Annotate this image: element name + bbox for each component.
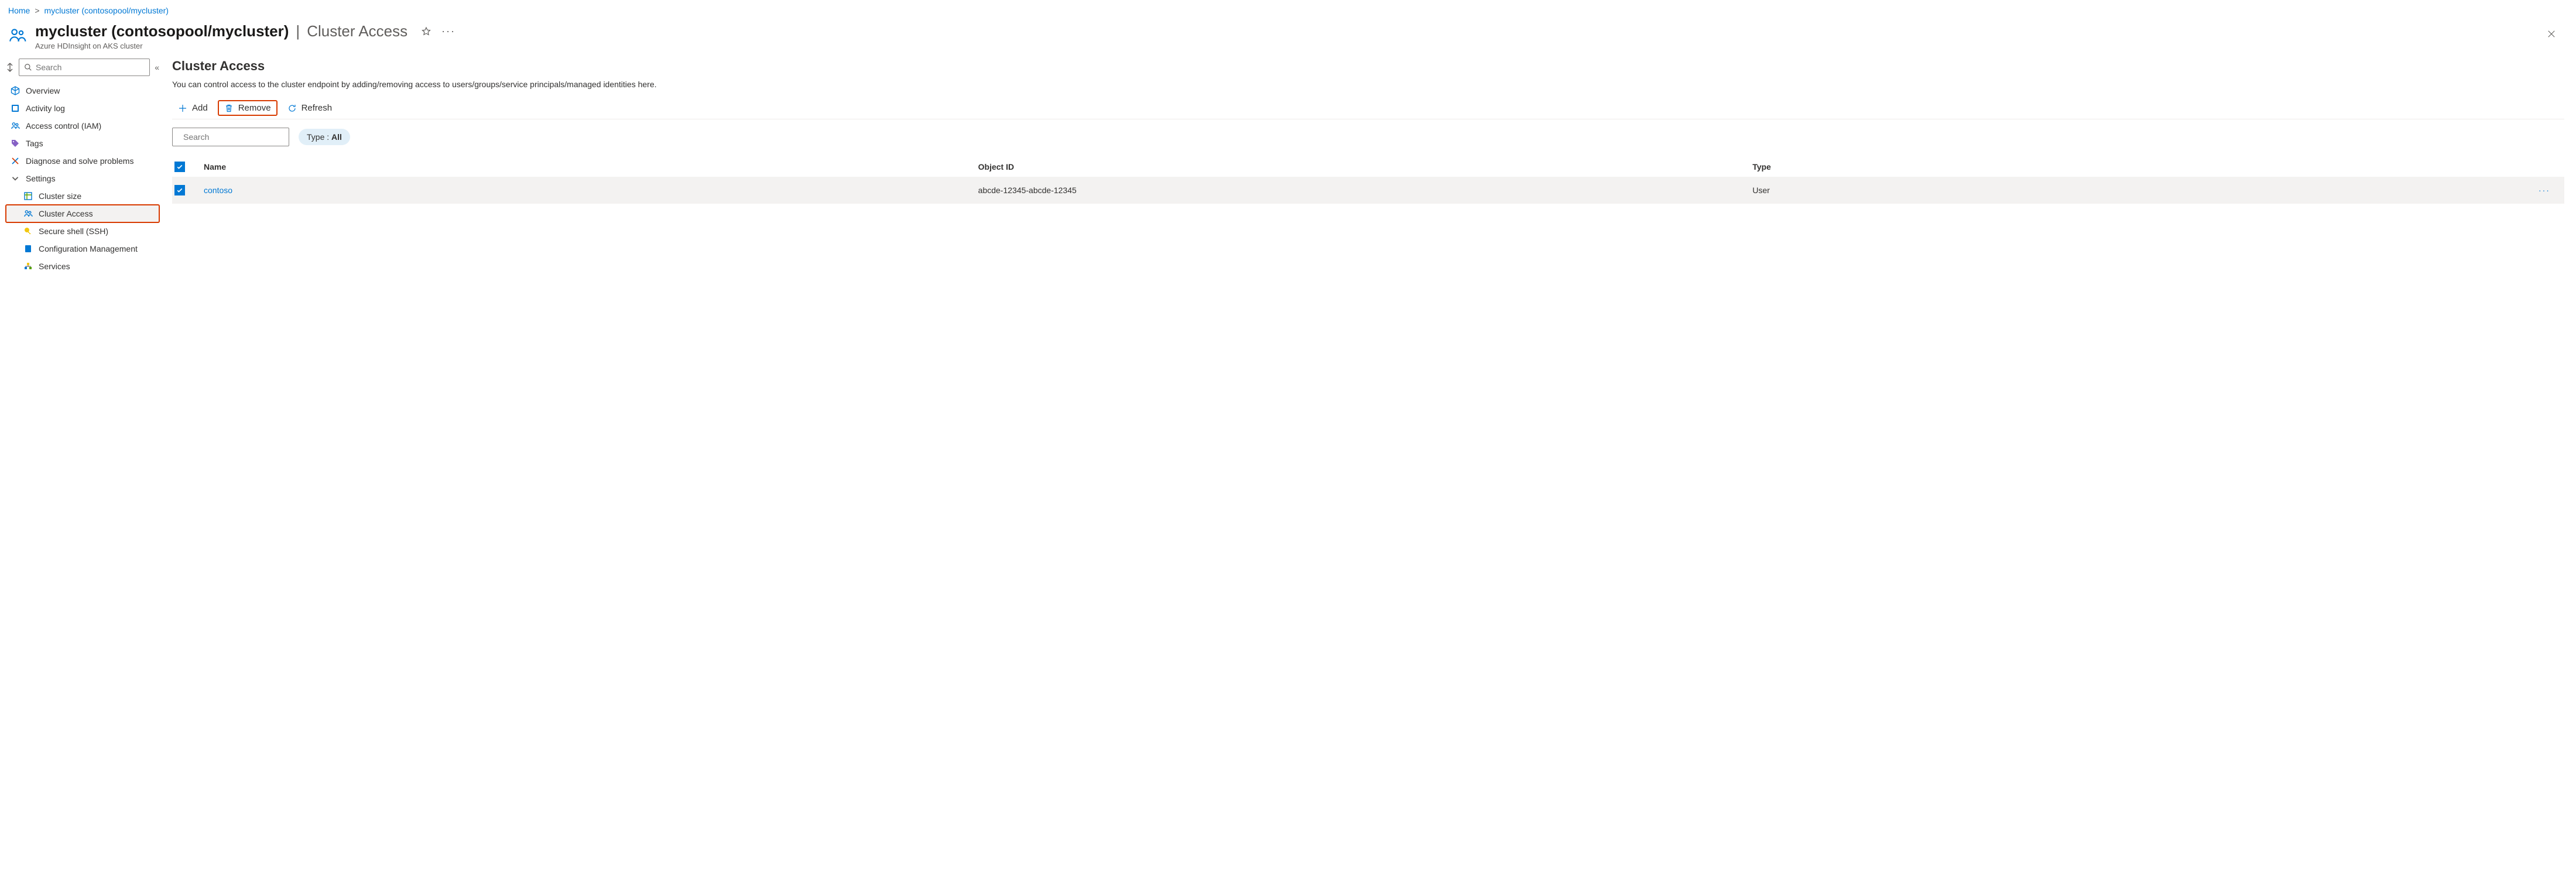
sidebar-item-label: Overview [26, 86, 60, 95]
sidebar-item-config-mgmt[interactable]: Configuration Management [6, 240, 159, 258]
cluster-access-nav-icon [23, 209, 33, 218]
content-heading: Cluster Access [172, 59, 2564, 74]
sidebar-item-tags[interactable]: Tags [6, 135, 159, 152]
search-icon [24, 63, 32, 71]
filter-search[interactable] [172, 128, 289, 146]
sidebar-item-diagnose[interactable]: Diagnose and solve problems [6, 152, 159, 170]
content-description: You can control access to the cluster en… [172, 80, 2564, 89]
sidebar-item-services[interactable]: Services [6, 258, 159, 275]
diagnose-icon [11, 156, 20, 166]
remove-button-label: Remove [238, 103, 271, 113]
ssh-icon [23, 227, 33, 236]
plus-icon [178, 104, 187, 113]
tags-icon [11, 139, 20, 148]
sidebar-item-label: Diagnose and solve problems [26, 156, 133, 166]
cluster-size-icon [23, 191, 33, 201]
page-header: mycluster (contosopool/mycluster) | Clus… [0, 19, 2576, 59]
breadcrumb-cluster[interactable]: mycluster (contosopool/mycluster) [44, 6, 169, 15]
page-title: mycluster (contosopool/mycluster) [35, 22, 289, 40]
services-icon [23, 262, 33, 271]
config-icon [23, 244, 33, 253]
sidebar-item-cluster-size[interactable]: Cluster size [6, 187, 159, 205]
access-table: Name Object ID Type contoso abcde-12345-… [172, 157, 2564, 204]
sidebar-item-overview[interactable]: Overview [6, 82, 159, 99]
sidebar-item-label: Access control (IAM) [26, 121, 101, 131]
more-actions-icon[interactable]: ··· [440, 23, 457, 40]
refresh-icon [287, 104, 297, 113]
main-content: Cluster Access You can control access to… [164, 59, 2576, 215]
sidebar-search[interactable] [19, 59, 150, 76]
type-filter-pill[interactable]: Type : All [299, 129, 350, 145]
column-object-id[interactable]: Object ID [978, 162, 1753, 171]
filter-row: Type : All [172, 128, 2564, 146]
sidebar-item-label: Settings [26, 174, 56, 183]
type-filter-label: Type : [307, 132, 329, 142]
refresh-button[interactable]: Refresh [282, 101, 338, 115]
sidebar-item-label: Secure shell (SSH) [39, 227, 108, 236]
cluster-access-icon [8, 26, 27, 44]
sidebar-item-label: Services [39, 262, 70, 271]
trash-icon [224, 104, 234, 113]
toolbar: Add Remove Refresh [172, 97, 2564, 119]
sidebar-item-label: Configuration Management [39, 244, 138, 253]
access-control-icon [11, 121, 20, 131]
close-icon[interactable] [2543, 26, 2560, 42]
sort-icon[interactable] [6, 61, 14, 73]
collapse-sidebar-icon[interactable]: « [155, 63, 159, 72]
sidebar: « Overview Activity log Access control (… [0, 59, 164, 282]
sidebar-item-label: Cluster size [39, 191, 81, 201]
page-title-separator: | [296, 22, 300, 40]
chevron-down-icon [11, 174, 20, 183]
sidebar-item-label: Activity log [26, 104, 65, 113]
activity-log-icon [11, 104, 20, 113]
sidebar-item-secure-shell[interactable]: Secure shell (SSH) [6, 222, 159, 240]
page-title-section: Cluster Access [307, 22, 407, 40]
select-all-checkbox[interactable] [174, 162, 185, 172]
row-name-link[interactable]: contoso [204, 186, 978, 195]
row-checkbox[interactable] [174, 185, 185, 195]
breadcrumb: Home > mycluster (contosopool/mycluster) [0, 0, 2576, 19]
add-button-label: Add [192, 103, 208, 113]
resource-type-label: Azure HDInsight on AKS cluster [35, 42, 2535, 50]
refresh-button-label: Refresh [302, 103, 333, 113]
sidebar-item-label: Tags [26, 139, 43, 148]
sidebar-group-settings[interactable]: Settings [6, 170, 159, 187]
sidebar-item-cluster-access[interactable]: Cluster Access [6, 205, 159, 222]
breadcrumb-home[interactable]: Home [8, 6, 30, 15]
row-type: User [1752, 186, 2527, 195]
table-row: contoso abcde-12345-abcde-12345 User ··· [172, 177, 2564, 204]
sidebar-item-label: Cluster Access [39, 209, 93, 218]
overview-icon [11, 86, 20, 95]
sidebar-search-input[interactable] [36, 63, 145, 72]
add-button[interactable]: Add [172, 101, 214, 115]
remove-button[interactable]: Remove [218, 101, 277, 115]
column-type[interactable]: Type [1752, 162, 2527, 171]
table-header: Name Object ID Type [172, 157, 2564, 177]
row-more-icon[interactable]: ··· [2527, 186, 2562, 195]
sidebar-item-activity-log[interactable]: Activity log [6, 99, 159, 117]
type-filter-value: All [331, 132, 342, 142]
row-object-id: abcde-12345-abcde-12345 [978, 186, 1753, 195]
sidebar-item-access-control[interactable]: Access control (IAM) [6, 117, 159, 135]
favorite-star-icon[interactable] [418, 23, 434, 40]
breadcrumb-separator-icon: > [35, 6, 39, 15]
filter-search-input[interactable] [183, 132, 289, 142]
column-name[interactable]: Name [204, 162, 978, 171]
